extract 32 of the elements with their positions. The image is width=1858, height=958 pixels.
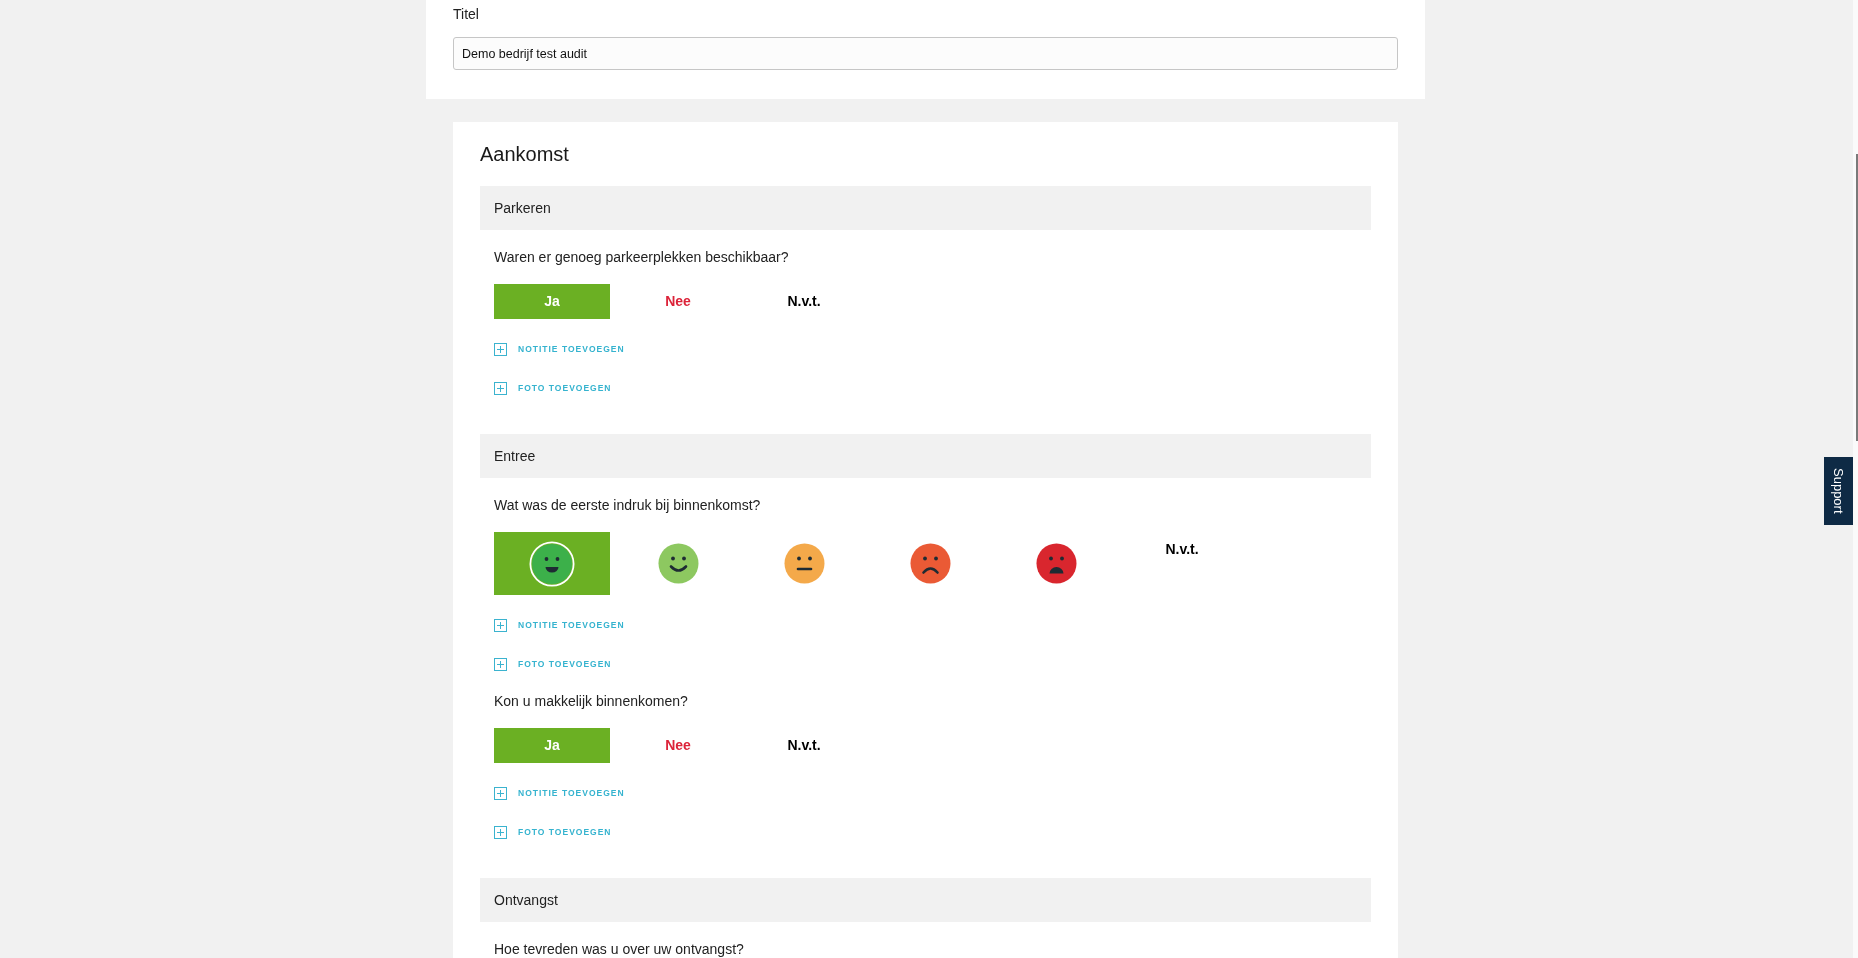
- add-photo-link[interactable]: FOTO TOEVOEGEN: [494, 822, 612, 842]
- add-note-link[interactable]: NOTITIE TOEVOEGEN: [494, 783, 625, 803]
- rating-option[interactable]: [494, 532, 610, 595]
- question-text: Wat was de eerste indruk bij binnenkomst?: [494, 496, 762, 515]
- answer-option[interactable]: Ja: [494, 284, 610, 319]
- add-photo-link[interactable]: FOTO TOEVOEGEN: [494, 654, 612, 674]
- answer-option[interactable]: Nee: [620, 728, 736, 763]
- answer-option[interactable]: N.v.t.: [1124, 532, 1240, 567]
- plus-square-icon: [494, 381, 507, 395]
- add-photo-link[interactable]: FOTO TOEVOEGEN: [494, 378, 612, 398]
- answer-option[interactable]: Nee: [620, 284, 736, 319]
- section-header: Ontvangst: [480, 878, 1371, 922]
- section-header: Entree: [480, 434, 1371, 478]
- chapter-title: Aankomst: [480, 142, 570, 167]
- plus-square-icon: [494, 786, 507, 800]
- support-tab[interactable]: Support: [1824, 457, 1853, 525]
- add-note-link[interactable]: NOTITIE TOEVOEGEN: [494, 339, 625, 359]
- question-text: Hoe tevreden was u over uw ontvangst?: [494, 940, 745, 958]
- question-text: Waren er genoeg parkeerplekken beschikbaar?: [494, 248, 790, 267]
- scrollbar-thumb[interactable]: [1856, 154, 1858, 441]
- answer-option[interactable]: N.v.t.: [746, 284, 862, 319]
- question-text: Kon u makkelijk binnenkomen?: [494, 692, 689, 711]
- plus-square-icon: [494, 825, 507, 839]
- plus-square-icon: [494, 618, 507, 632]
- plus-square-icon: [494, 657, 507, 671]
- title-input[interactable]: Demo bedrijf test audit: [453, 37, 1398, 70]
- answer-option[interactable]: N.v.t.: [746, 728, 862, 763]
- section-header: Parkeren: [480, 186, 1371, 230]
- add-note-link[interactable]: NOTITIE TOEVOEGEN: [494, 615, 625, 635]
- plus-square-icon: [494, 342, 507, 356]
- field-label: Titel: [453, 5, 480, 24]
- answer-option[interactable]: Ja: [494, 728, 610, 763]
